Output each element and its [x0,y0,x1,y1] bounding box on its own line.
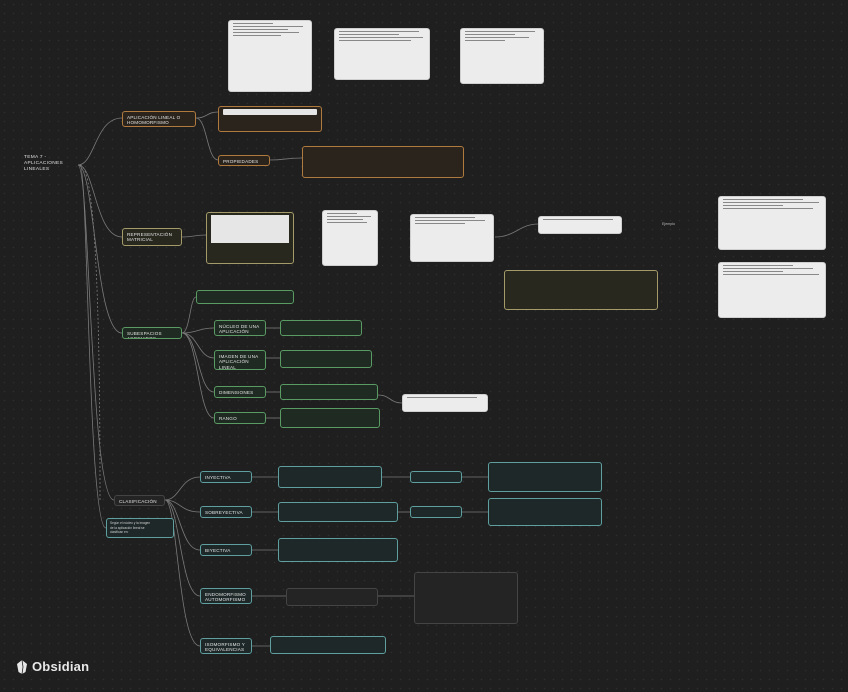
propiedades-note[interactable] [302,146,464,178]
node-inyectiva[interactable]: INYECTIVA [200,471,252,483]
ejemplo-label: Ejemplo [662,222,675,226]
endomorfismo-note[interactable] [286,588,378,606]
image-card-2[interactable] [334,28,430,80]
node-clasificacion[interactable]: CLASIFICACIÓN [114,495,165,506]
node-dimensiones[interactable]: DIMENSIONES [214,386,266,398]
representacion-note[interactable] [206,212,294,264]
subespacios-intro[interactable] [196,290,294,304]
node-rango[interactable]: RANGO [214,412,266,424]
definition-note[interactable] [218,106,322,132]
nucleo-note[interactable] [280,320,362,336]
dimensiones-formula[interactable] [402,394,488,412]
clasificacion-note[interactable]: Según el núcleo y la imagen de la aplica… [106,518,174,538]
obsidian-brand: Obsidian [16,659,89,674]
node-biyectiva[interactable]: BIYECTIVA [200,544,252,556]
isomorfismo-note[interactable] [270,636,386,654]
endomorfismo-detail[interactable] [414,572,518,624]
inyectiva-detail[interactable] [488,462,602,492]
node-endomorfismo[interactable]: ENDOMORFISMO AUTOMORFISMO [200,588,252,604]
canvas[interactable]: TEMA 7 - APLICACIONES LINEALES APLICACIÓ… [0,0,848,692]
sobreyectiva-note[interactable] [278,502,398,522]
node-definicion[interactable]: APLICACIÓN LINEAL O HOMOMORFISMO [122,111,196,127]
change-of-basis-note[interactable] [504,270,658,310]
matrix-image-2[interactable] [410,214,494,262]
matrix-image-1[interactable] [322,210,378,266]
image-card-3[interactable] [460,28,544,84]
matrix-image-3[interactable] [538,216,622,234]
obsidian-gem-icon [17,659,27,674]
node-representacion[interactable]: REPRESENTACIÓN MATRICIAL [122,228,182,246]
sobreyectiva-ejemplo[interactable] [410,506,462,518]
inyectiva-ejemplo[interactable] [410,471,462,483]
example-image-1[interactable] [718,196,826,250]
node-isomorfismo[interactable]: ISOMORFISMO Y EQUIVALENCIAS [200,638,252,654]
image-card-1[interactable] [228,20,312,92]
node-nucleo[interactable]: NÚCLEO DE UNA APLICACIÓN LINEAL [214,320,266,336]
root-title[interactable]: TEMA 7 - APLICACIONES LINEALES [24,155,63,173]
node-subespacios[interactable]: SUBESPACIOS ASOCIADOS [122,327,182,339]
dimensiones-note[interactable] [280,384,378,400]
sobreyectiva-detail[interactable] [488,498,602,526]
rango-note[interactable] [280,408,380,428]
biyectiva-note[interactable] [278,538,398,562]
node-sobreyectiva[interactable]: SOBREYECTIVA [200,506,252,518]
brand-name: Obsidian [32,659,90,674]
inyectiva-note[interactable] [278,466,382,488]
node-imagen[interactable]: IMAGEN DE UNA APLICACIÓN LINEAL [214,350,266,370]
example-image-2[interactable] [718,262,826,318]
imagen-note[interactable] [280,350,372,368]
node-propiedades[interactable]: PROPIEDADES [218,155,270,166]
